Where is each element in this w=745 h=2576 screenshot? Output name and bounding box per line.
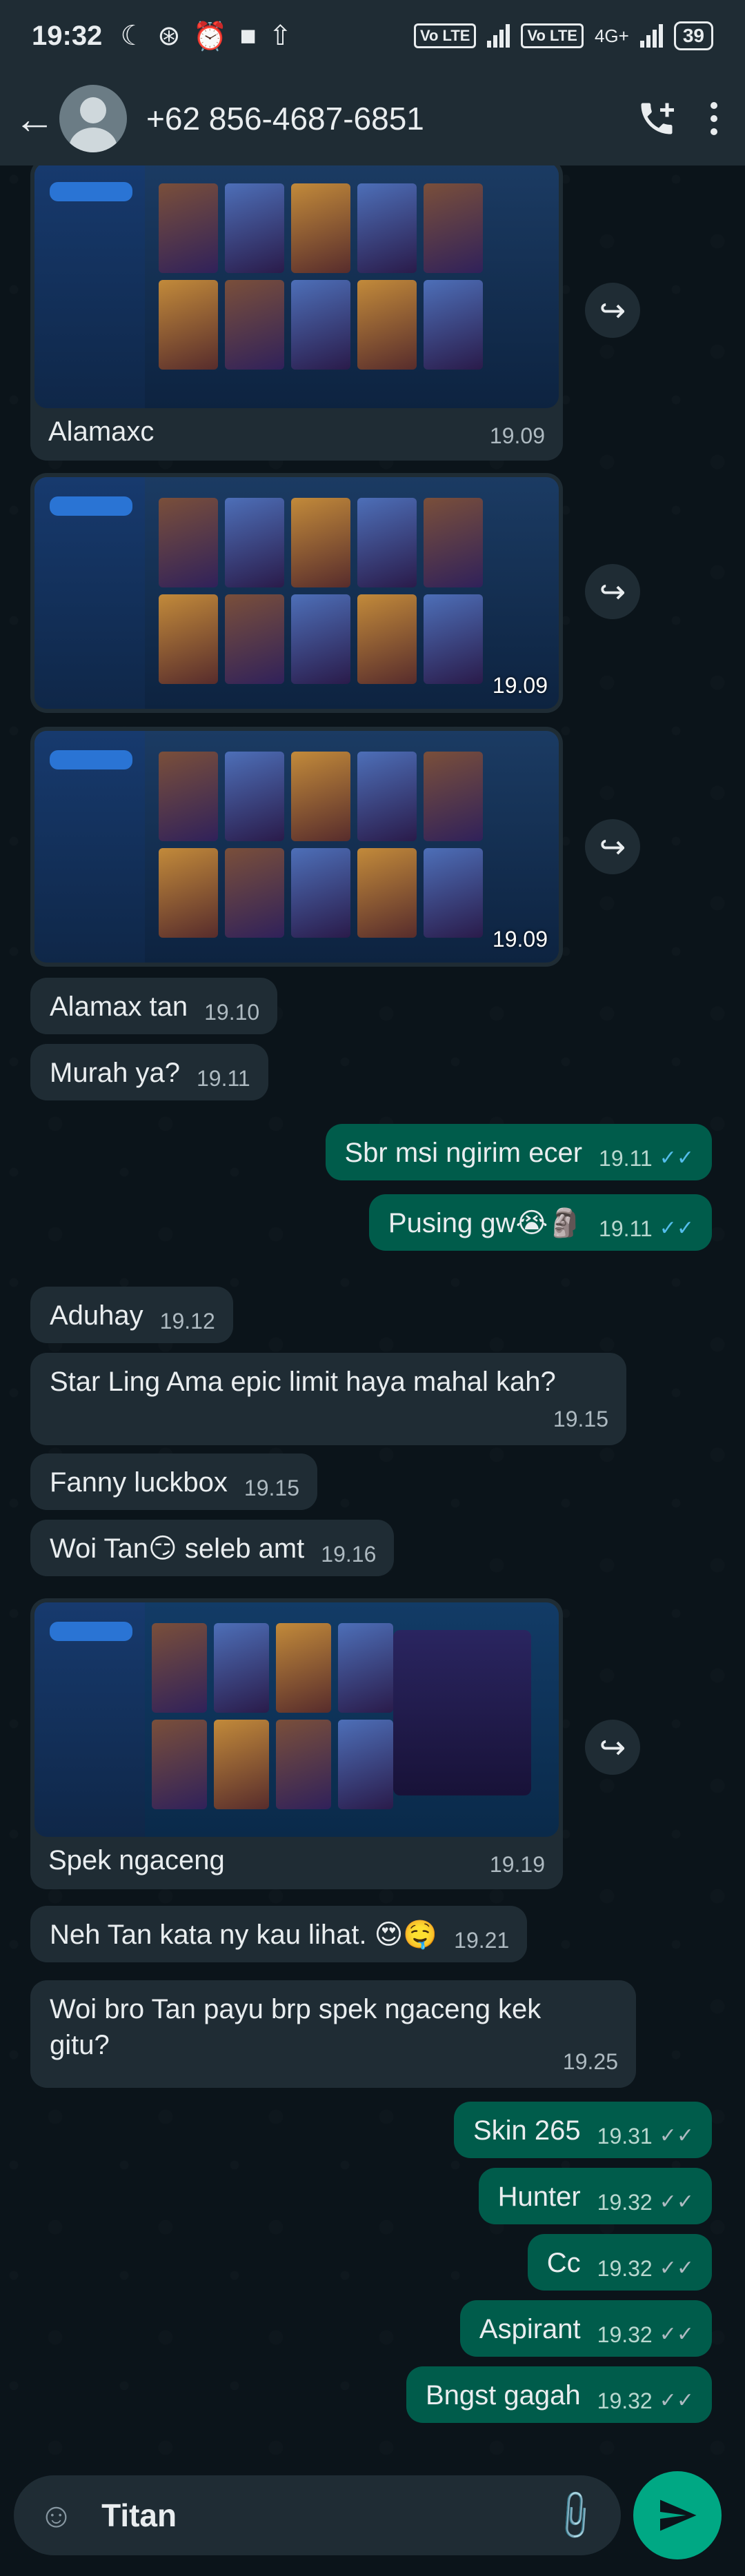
message-time: 19.09 <box>489 423 545 448</box>
message-time: 19.25 <box>562 2049 618 2074</box>
message-time: 19.11 <box>599 1216 653 1241</box>
message-time: 19.11 <box>599 1146 653 1171</box>
message-time: 19.32 <box>597 2190 653 2215</box>
avatar[interactable] <box>59 85 127 152</box>
double-check-grey-icon: ✓✓ <box>659 2323 694 2346</box>
status-bar: 19:32 ☾ ⊛ ⏰ ■ ⇧ Vo LTE Vo LTE 4G+ 39 <box>0 0 745 72</box>
image-message[interactable]: Spek ngaceng 19.19 <box>30 1598 563 1889</box>
arrow-left-icon[interactable]: ← <box>14 95 55 143</box>
signal-icon <box>487 24 510 48</box>
incoming-message[interactable]: Star Ling Ama epic limit haya mahal kah?… <box>30 1353 626 1445</box>
status-time: 19:32 <box>32 20 103 51</box>
notification-icons: ☾ ⊛ ⏰ ■ ⇧ <box>120 20 292 52</box>
image-caption: Spek ngaceng <box>48 1845 225 1875</box>
message-time: 19.12 <box>159 1309 215 1334</box>
moon-icon: ☾ <box>120 21 146 51</box>
message-time: 19.32 <box>597 2256 653 2281</box>
incoming-message[interactable]: Neh Tan kata ny kau lihat. 😍🤤 19.21 <box>30 1906 528 1962</box>
message-text: Sbr msi ngirim ecer <box>344 1138 583 1168</box>
outgoing-message[interactable]: Sbr msi ngirim ecer 19.11 ✓✓ <box>325 1124 712 1180</box>
image-message[interactable]: Alamaxc 19.09 <box>30 165 563 461</box>
chat-header: ← +62 856-4687-6851 <box>0 72 745 165</box>
sticker-icon[interactable]: ☺ <box>39 2495 74 2535</box>
upload-icon: ⇧ <box>268 21 292 51</box>
message-time: 19.16 <box>321 1542 377 1567</box>
message-text: Hunter <box>497 2182 581 2212</box>
message-text: Alamax tan <box>50 992 188 1022</box>
message-time: 19.09 <box>492 673 548 698</box>
send-button[interactable] <box>633 2471 722 2559</box>
contact-name[interactable]: +62 856-4687-6851 <box>146 100 424 137</box>
forward-icon[interactable]: ↪ <box>585 1720 640 1775</box>
message-time: 19.10 <box>204 1000 260 1025</box>
outgoing-message[interactable]: Cc 19.32 ✓✓ <box>527 2234 712 2291</box>
message-text: Woi Tan😏 seleb amt <box>50 1533 305 1564</box>
alarm-icon: ⏰ <box>192 21 228 52</box>
add-call-icon[interactable] <box>636 98 677 139</box>
image-caption: Alamaxc <box>48 416 155 447</box>
message-text: Cc <box>546 2248 581 2278</box>
incoming-message[interactable]: Woi Tan😏 seleb amt 19.16 <box>30 1520 395 1576</box>
outgoing-message[interactable]: Bngst gagah 19.32 ✓✓ <box>406 2366 712 2423</box>
incoming-message[interactable]: Murah ya? 19.11 <box>30 1044 268 1100</box>
outgoing-message[interactable]: Skin 265 19.31 ✓✓ <box>453 2102 712 2158</box>
message-time: 19.19 <box>489 1852 545 1877</box>
more-vertical-icon[interactable] <box>711 102 717 135</box>
incoming-message[interactable]: Aduhay 19.12 <box>30 1287 233 1343</box>
image-message[interactable]: 19.09 <box>30 473 563 713</box>
wifi-icon: ⊛ <box>157 21 181 51</box>
app-icon: ■ <box>239 20 257 51</box>
outgoing-message[interactable]: Hunter 19.32 ✓✓ <box>478 2168 712 2224</box>
message-input-box[interactable]: ☺ Titan 📎 <box>14 2475 621 2555</box>
double-check-grey-icon: ✓✓ <box>659 2389 694 2412</box>
message-time: 19.15 <box>553 1407 608 1431</box>
incoming-message[interactable]: Fanny luckbox 19.15 <box>30 1453 317 1510</box>
game-screenshot-image[interactable]: 19.09 <box>34 477 559 709</box>
send-icon <box>660 2499 697 2531</box>
message-text: Bngst gagah <box>426 2380 581 2411</box>
double-check-blue-icon: ✓✓ <box>659 1147 694 1169</box>
network-type: 4G+ <box>594 25 629 46</box>
message-time: 19.32 <box>597 2322 653 2347</box>
paperclip-icon[interactable]: 📎 <box>545 2486 604 2545</box>
incoming-message[interactable]: Woi bro Tan payu brp spek ngaceng kek gi… <box>30 1980 636 2088</box>
message-input[interactable]: Titan <box>101 2497 553 2534</box>
game-screenshot-image[interactable] <box>34 165 559 408</box>
message-text: Aduhay <box>50 1300 143 1331</box>
message-text: Skin 265 <box>473 2115 581 2146</box>
message-time: 19.11 <box>196 1066 250 1091</box>
double-check-grey-icon: ✓✓ <box>659 2191 694 2213</box>
outgoing-message[interactable]: Aspirant 19.32 ✓✓ <box>459 2300 712 2357</box>
volte-badge-1: Vo LTE <box>413 23 477 48</box>
message-list[interactable]: Alamaxc 19.09 ↪ 19.09 ↪ 19.09 ↪ Alamax t… <box>0 165 745 2455</box>
message-time: 19.31 <box>597 2124 653 2149</box>
message-text: Star Ling Ama epic limit haya mahal kah? <box>50 1367 556 1397</box>
message-text: Murah ya? <box>50 1058 180 1088</box>
forward-icon[interactable]: ↪ <box>585 564 640 619</box>
forward-icon[interactable]: ↪ <box>585 819 640 874</box>
incoming-message[interactable]: Alamax tan 19.10 <box>30 978 278 1034</box>
message-text: Pusing gw😭🗿 <box>388 1208 583 1238</box>
volte-badge-2: Vo LTE <box>521 23 584 48</box>
double-check-grey-icon: ✓✓ <box>659 2124 694 2147</box>
forward-icon[interactable]: ↪ <box>585 283 640 338</box>
game-screenshot-image[interactable]: 19.09 <box>34 731 559 963</box>
message-text: Neh Tan kata ny kau lihat. 😍🤤 <box>50 1920 438 1950</box>
outgoing-message[interactable]: Pusing gw😭🗿 19.11 ✓✓ <box>368 1194 712 1251</box>
message-text: Aspirant <box>479 2314 581 2344</box>
message-time: 19.21 <box>454 1928 510 1953</box>
image-message[interactable]: 19.09 <box>30 727 563 967</box>
message-time: 19.32 <box>597 2388 653 2413</box>
double-check-blue-icon: ✓✓ <box>659 1217 694 1240</box>
message-time: 19.09 <box>492 927 548 952</box>
signal-icon-2 <box>639 24 663 48</box>
game-profile-image[interactable] <box>34 1602 559 1837</box>
message-text: Fanny luckbox <box>50 1467 228 1498</box>
double-check-grey-icon: ✓✓ <box>659 2257 694 2280</box>
message-time: 19.15 <box>244 1476 299 1500</box>
compose-bar: ☺ Titan 📎 <box>0 2455 745 2576</box>
battery-indicator: 39 <box>673 21 713 50</box>
